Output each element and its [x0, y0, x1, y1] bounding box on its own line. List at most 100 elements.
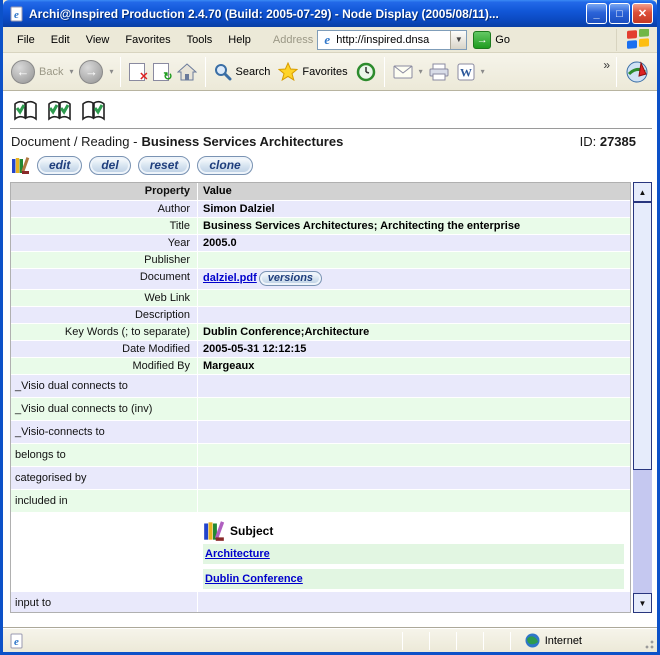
open-book-check-right-icon[interactable]: [80, 99, 107, 122]
forward-button[interactable]: →: [75, 58, 107, 86]
property-label: _Visio dual connects to: [11, 375, 198, 397]
search-button[interactable]: Search: [210, 61, 275, 83]
versions-button[interactable]: versions: [258, 271, 323, 286]
mail-envelope-icon: [393, 65, 413, 79]
address-input[interactable]: e http://inspired.dnsa ▼: [317, 29, 468, 50]
mail-dropdown-icon[interactable]: ▾: [419, 67, 423, 76]
open-book-check-both-icon[interactable]: [46, 99, 73, 122]
address-label: Address: [272, 33, 314, 46]
home-button[interactable]: [173, 61, 201, 83]
toolbar-separator: [383, 56, 385, 87]
menu-edit[interactable]: Edit: [43, 31, 78, 49]
scroll-down-button[interactable]: ▼: [633, 593, 652, 613]
menu-view[interactable]: View: [78, 31, 118, 49]
table-row: _Visio-connects to: [11, 421, 630, 444]
close-button[interactable]: ✕: [632, 3, 653, 24]
menu-help[interactable]: Help: [220, 31, 259, 49]
subject-link-row: Dublin Conference: [203, 569, 624, 589]
property-value: [198, 307, 630, 323]
action-buttons-row: edit del reset clone: [10, 152, 652, 182]
word-dropdown-icon[interactable]: ▾: [481, 67, 485, 76]
included-in-subject-block: Subject Architecture Dublin Conference: [11, 513, 630, 592]
open-book-check-left-icon[interactable]: [12, 99, 39, 122]
refresh-button[interactable]: ↻: [149, 61, 173, 83]
page-content: Document / Reading - Business Services A…: [3, 91, 657, 628]
architecture-link[interactable]: Architecture: [205, 548, 270, 560]
property-label: Publisher: [11, 252, 198, 268]
property-value: 2005-05-31 12:12:15: [203, 343, 307, 355]
minimize-button[interactable]: _: [586, 3, 607, 24]
adobe-pdf-button[interactable]: [621, 58, 653, 86]
menu-favorites[interactable]: Favorites: [117, 31, 178, 49]
breadcrumb-path: Document / Reading -: [11, 134, 138, 149]
property-label: Author: [11, 201, 198, 217]
browser-toolbar: ← Back ▾ → ▾ ✕ ↻ Search Favorites ▾ W ▾ …: [3, 53, 657, 91]
dublin-conference-link[interactable]: Dublin Conference: [205, 573, 303, 585]
property-label: Document: [11, 269, 198, 289]
print-button[interactable]: [425, 61, 453, 83]
history-button[interactable]: [352, 60, 380, 84]
table-row: input to: [11, 592, 630, 612]
table-row: included in: [11, 490, 630, 513]
edit-with-word-button[interactable]: W: [453, 61, 479, 83]
property-value: Simon Dalziel: [203, 203, 275, 215]
edit-button[interactable]: edit: [37, 156, 83, 175]
internet-globe-icon: [525, 633, 540, 648]
menu-tools[interactable]: Tools: [179, 31, 221, 49]
table-row: Modified By Margeaux: [11, 358, 630, 375]
go-button[interactable]: → Go: [473, 30, 510, 49]
more-buttons-chevron[interactable]: »: [603, 58, 610, 72]
toolbar-separator: [204, 56, 206, 87]
page-status-icon: e: [9, 633, 25, 649]
table-row: _Visio dual connects to: [11, 375, 630, 398]
zone-label: Internet: [544, 634, 582, 647]
property-value: dalziel.pdf versions: [198, 269, 630, 289]
search-icon: [214, 63, 232, 81]
resize-grip[interactable]: [642, 637, 655, 650]
go-arrow-icon: →: [473, 30, 492, 49]
scrollbar-thumb[interactable]: [633, 202, 652, 470]
table-row: Description: [11, 307, 630, 324]
property-value: [198, 490, 630, 512]
property-table-area: Property Value Author Simon Dalziel Title B…: [10, 182, 652, 628]
books-pencil-icon: [11, 156, 30, 175]
back-arrow-icon: ←: [11, 59, 35, 84]
word-icon: W: [457, 63, 475, 81]
property-label: Key Words (; to separate): [11, 324, 198, 340]
property-label: included in: [11, 490, 198, 512]
status-bar: e Internet: [3, 628, 657, 652]
maximize-button[interactable]: □: [609, 3, 630, 24]
property-value: [198, 421, 630, 443]
node-id: ID: 27385: [579, 134, 636, 149]
property-label: Date Modified: [11, 341, 198, 357]
document-link[interactable]: dalziel.pdf: [203, 272, 257, 284]
scroll-up-button[interactable]: ▲: [633, 182, 652, 202]
toolbar-separator: [119, 56, 121, 87]
mail-button[interactable]: [389, 63, 417, 81]
subject-books-pencil-icon: [203, 520, 225, 542]
property-value: [198, 375, 630, 397]
clone-button[interactable]: clone: [197, 156, 253, 175]
page-title: Business Services Architectures: [141, 134, 344, 149]
stop-button[interactable]: ✕: [125, 61, 149, 83]
del-button[interactable]: del: [89, 156, 131, 175]
back-button[interactable]: ← Back: [7, 58, 67, 86]
status-panel-dividers: [376, 631, 511, 650]
address-dropdown-button[interactable]: ▼: [450, 30, 467, 49]
favorites-button[interactable]: Favorites: [274, 60, 351, 83]
book-status-icons: [10, 97, 652, 129]
printer-icon: [429, 63, 449, 81]
property-value: Dublin Conference;Architecture: [203, 326, 370, 338]
property-label: belongs to: [11, 444, 198, 466]
reset-button[interactable]: reset: [137, 156, 191, 175]
content-scrollbar[interactable]: ▲ ▼: [633, 182, 652, 613]
refresh-icon: ↻: [152, 62, 173, 82]
menu-file[interactable]: File: [9, 31, 43, 49]
node-id-value: 27385: [599, 134, 636, 149]
property-value: Business Services Architectures; Archite…: [203, 220, 521, 232]
table-row: _Visio dual connects to (inv): [11, 398, 630, 421]
table-row: belongs to: [11, 444, 630, 467]
back-dropdown-icon[interactable]: ▾: [69, 67, 73, 76]
forward-dropdown-icon[interactable]: ▾: [109, 67, 113, 76]
property-label: _Visio-connects to: [11, 421, 198, 443]
